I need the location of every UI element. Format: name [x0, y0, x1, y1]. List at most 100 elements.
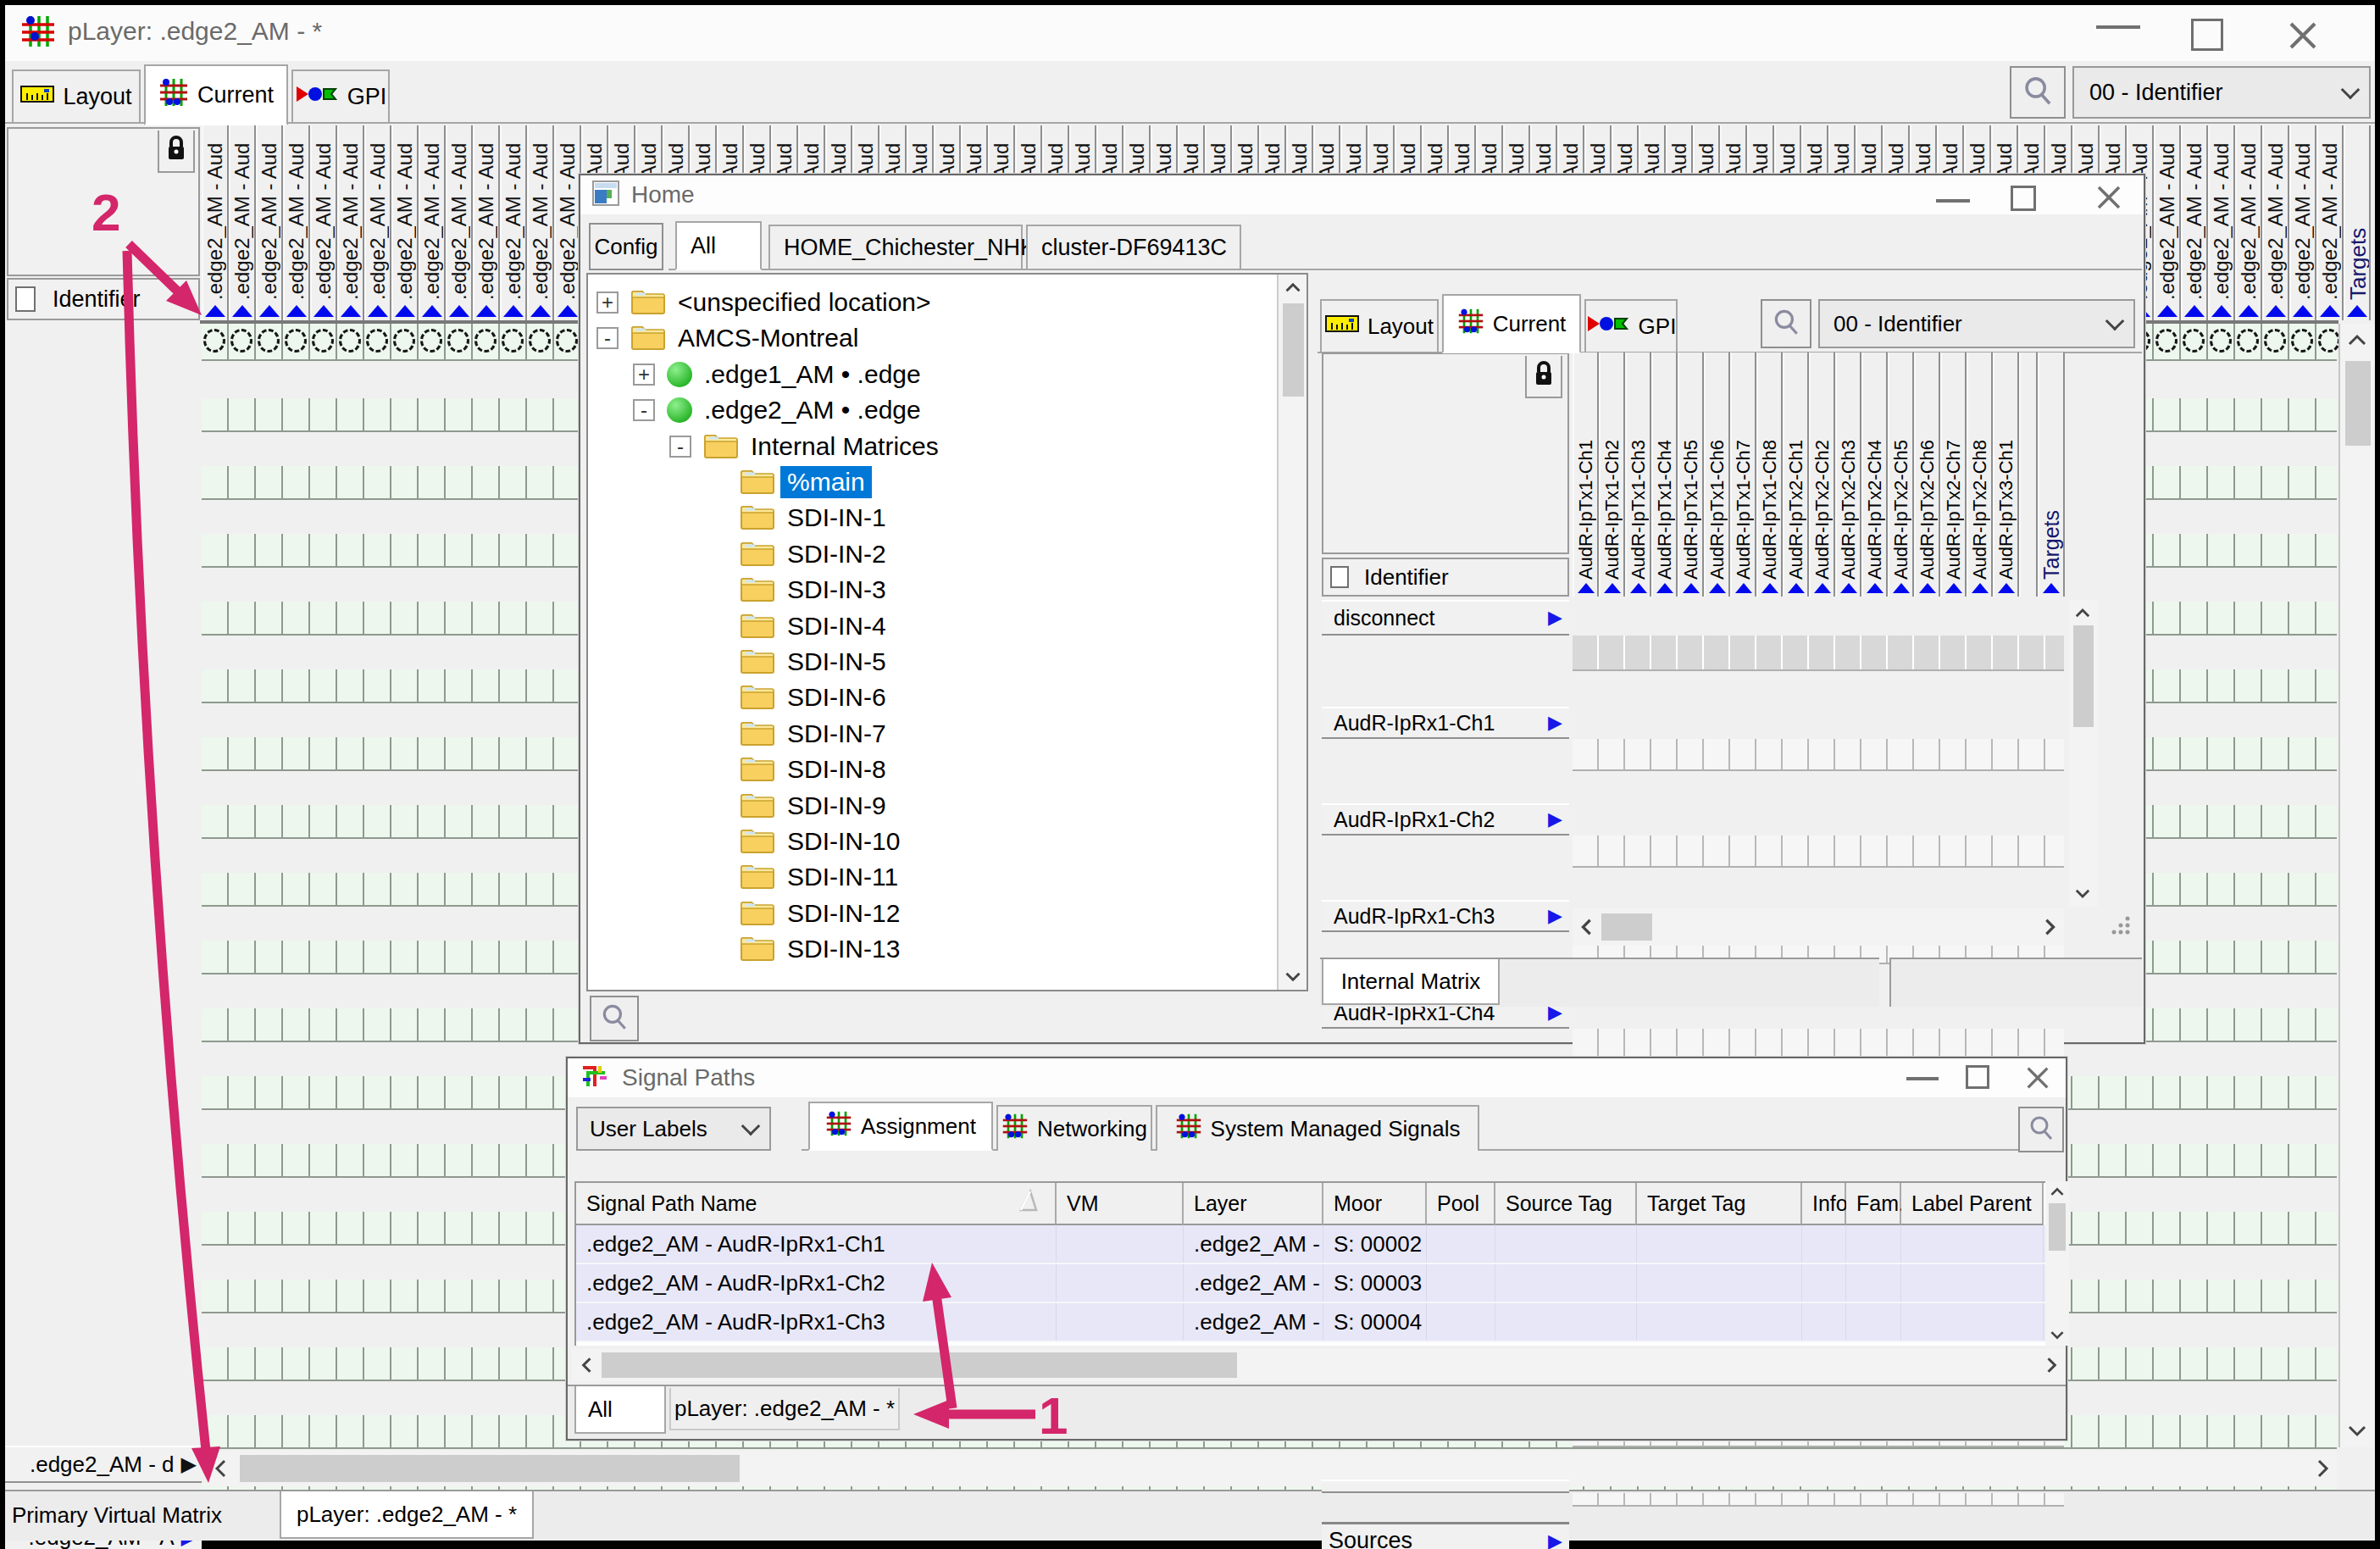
matrix-column-header[interactable]: .edge2_AM - AudR: [2154, 125, 2181, 320]
inner-vscrollbar[interactable]: [2069, 600, 2098, 907]
inner-identifier-dropdown[interactable]: 00 - Identifier: [1818, 299, 2135, 348]
sp-hscrollbar[interactable]: [571, 1349, 2066, 1381]
matrix-column-header[interactable]: .edge2_AM - AudR: [419, 125, 446, 320]
crosspoint-circle[interactable]: [2155, 329, 2178, 353]
scroll-right-icon[interactable]: [2312, 1456, 2333, 1485]
inner-grid-row[interactable]: [1573, 636, 2064, 671]
matrix-vscrollbar[interactable]: [2338, 324, 2374, 1447]
matrix-column-header[interactable]: .edge2_AM - AudR: [229, 125, 256, 320]
inner-column-header[interactable]: AudR-IpTx2-Ch6: [1914, 353, 1940, 597]
sp-vscrollbar[interactable]: [2045, 1181, 2069, 1346]
identifier-checkbox[interactable]: [15, 286, 36, 312]
home-maximize-icon[interactable]: [2011, 186, 2036, 211]
crosspoint-circle[interactable]: [2318, 329, 2340, 353]
sp-tab-networking[interactable]: Networking: [996, 1105, 1152, 1151]
table-row[interactable]: .edge2_AM - AudR-IpRx1-Ch1.edge2_AM - *S…: [576, 1225, 2045, 1264]
sp-minimize-icon[interactable]: [1906, 1077, 1939, 1080]
maximize-icon[interactable]: [2191, 19, 2223, 51]
tab-layout[interactable]: Layout: [12, 69, 141, 122]
table-column-header[interactable]: Source Tag: [1495, 1183, 1637, 1225]
inner-search-button[interactable]: [1761, 299, 1811, 348]
crosspoint-circle[interactable]: [230, 329, 252, 353]
scroll-up-icon[interactable]: [2344, 330, 2370, 354]
tab-gpi[interactable]: GPI: [291, 69, 390, 122]
crosspoint-circle[interactable]: [2183, 329, 2205, 353]
tree-scroll-thumb[interactable]: [1283, 303, 1304, 397]
vscroll-thumb[interactable]: [2049, 1203, 2066, 1251]
matrix-column-header[interactable]: .edge2_AM - AudR: [364, 125, 391, 320]
tree-item[interactable]: SDI-IN-10: [706, 824, 900, 859]
tree-item[interactable]: SDI-IN-9: [706, 788, 886, 824]
crosspoint-circle[interactable]: [502, 329, 524, 353]
inner-column-header[interactable]: AudR-IpTx2-Ch7: [1940, 353, 1967, 597]
identifier-dropdown[interactable]: 00 - Identifier: [2072, 66, 2371, 119]
matrix-column-header[interactable]: .edge2_AM - AudR: [337, 125, 364, 320]
crosspoint-circle[interactable]: [529, 329, 551, 353]
inner-column-header[interactable]: AudR-IpTx1-Ch4: [1651, 353, 1678, 597]
table-column-header[interactable]: Fam.: [1846, 1183, 1901, 1225]
inner-column-header[interactable]: AudR-IpTx2-Ch4: [1861, 353, 1888, 597]
inner-column-header[interactable]: AudR-IpTx2-Ch2: [1809, 353, 1835, 597]
inner-column-header[interactable]: AudR-IpTx2-Ch1: [1783, 353, 1809, 597]
table-column-header[interactable]: Signal Path Name: [576, 1183, 1057, 1225]
config-button[interactable]: Config: [589, 223, 663, 270]
tree-item[interactable]: SDI-IN-7: [706, 716, 886, 752]
tab-current[interactable]: Current: [144, 64, 288, 125]
scroll-down-icon[interactable]: [2344, 1420, 2370, 1444]
row-expand-icon[interactable]: ▶: [1548, 607, 1562, 629]
matrix-column-header[interactable]: .edge2_AM - AudR: [391, 125, 419, 320]
sp-bottom-tab-all[interactable]: All: [574, 1386, 666, 1434]
tree-expander[interactable]: -: [596, 327, 619, 349]
inner-column-header[interactable]: AudR-IpTx3-Ch1: [1993, 353, 2019, 597]
crosspoint-circle[interactable]: [258, 329, 280, 353]
inner-tab-current[interactable]: Current: [1442, 294, 1581, 353]
inner-column-header-partial[interactable]: [2019, 353, 2038, 597]
inner-row-header[interactable]: AudR-IpRx1-Ch3▶: [1322, 900, 1569, 932]
inner-column-header-targets[interactable]: Targets: [2038, 353, 2065, 597]
matrix-hscrollbar[interactable]: [206, 1451, 2337, 1486]
matrix-column-header[interactable]: .edge2_AM - AudR: [2316, 125, 2344, 320]
tree-expander[interactable]: +: [633, 364, 655, 386]
hscroll-thumb[interactable]: [602, 1352, 1237, 1378]
tree-item[interactable]: SDI-IN-8: [706, 752, 886, 787]
matrix-column-header[interactable]: .edge2_AM - AudR: [2235, 125, 2262, 320]
search-button[interactable]: [2010, 66, 2066, 119]
inner-grid-row[interactable]: [1573, 836, 2064, 868]
home-minimize-icon[interactable]: [1936, 199, 1970, 203]
tree-expander[interactable]: +: [596, 291, 619, 314]
tree-item[interactable]: SDI-IN-1: [706, 500, 886, 536]
sp-tab-sms[interactable]: System Managed Signals: [1156, 1105, 1479, 1151]
sp-tab-assignment[interactable]: Assignment: [808, 1102, 993, 1151]
table-column-header[interactable]: Info: [1802, 1183, 1846, 1225]
tree-vscrollbar[interactable]: [1277, 275, 1307, 990]
crosspoint-circle[interactable]: [556, 329, 578, 353]
inner-sources-row[interactable]: Sources▶: [1322, 1522, 1569, 1549]
inner-row-header[interactable]: disconnect▶: [1322, 600, 1569, 636]
inner-column-header[interactable]: AudR-IpTx1-Ch2: [1599, 353, 1625, 597]
crosspoint-circle[interactable]: [2264, 329, 2286, 353]
inner-row-header[interactable]: AudR-IpRx1-Ch1▶: [1322, 707, 1569, 739]
tree-item[interactable]: %main: [706, 464, 872, 500]
scroll-left-icon[interactable]: [211, 1456, 231, 1485]
tree-item[interactable]: -Internal Matrices: [669, 429, 939, 464]
inner-column-header[interactable]: AudR-IpTx1-Ch7: [1730, 353, 1756, 597]
inner-tab-layout[interactable]: Layout: [1320, 299, 1439, 352]
matrix-column-header[interactable]: .edge2_AM - AudR: [283, 125, 310, 320]
matrix-column-header[interactable]: .edge2_AM - AudR: [473, 125, 500, 320]
tree-item[interactable]: SDI-IN-2: [706, 536, 886, 572]
table-column-header[interactable]: Layer: [1184, 1183, 1323, 1225]
table-column-header[interactable]: Moor: [1323, 1183, 1427, 1225]
matrix-row-header[interactable]: .edge2_AM - d▶: [5, 1446, 202, 1483]
crosspoint-circle[interactable]: [366, 329, 388, 353]
inner-column-header[interactable]: AudR-IpTx1-Ch8: [1756, 353, 1783, 597]
tree-item[interactable]: -AMCS-Montreal: [596, 320, 858, 356]
row-expand-icon[interactable]: ▶: [1548, 712, 1562, 734]
table-row[interactable]: .edge2_AM - AudR-IpRx1-Ch3.edge2_AM - *S…: [576, 1303, 2045, 1342]
inner-column-header[interactable]: AudR-IpTx1-Ch6: [1704, 353, 1730, 597]
tree-item[interactable]: SDI-IN-11: [706, 859, 898, 895]
tree-item[interactable]: SDI-IN-4: [706, 608, 886, 644]
crosspoint-circle[interactable]: [420, 329, 442, 353]
vscroll-thumb[interactable]: [2345, 361, 2371, 446]
inner-column-header[interactable]: AudR-IpTx2-Ch3: [1835, 353, 1861, 597]
home-tab-chichester[interactable]: HOME_Chichester_NHK: [768, 225, 1023, 269]
